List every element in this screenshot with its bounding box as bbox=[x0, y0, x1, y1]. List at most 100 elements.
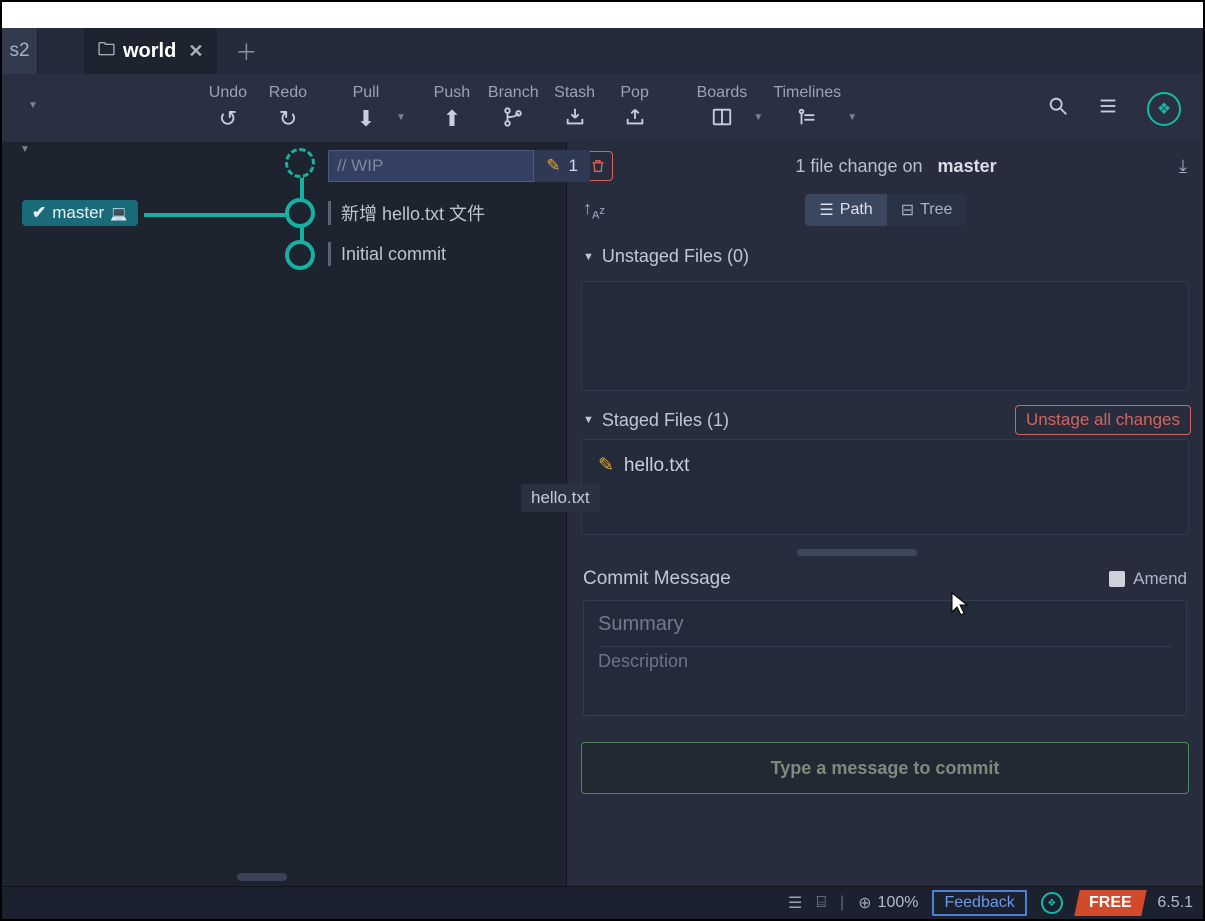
chevron-down-icon[interactable]: ▼ bbox=[847, 112, 857, 123]
window-titlebar bbox=[2, 2, 1203, 28]
timelines-icon bbox=[796, 106, 818, 134]
laptop-icon: 💻 bbox=[110, 205, 127, 222]
panel-title-prefix: 1 file change on bbox=[795, 156, 922, 176]
unstaged-title: Unstaged Files (0) bbox=[602, 246, 749, 267]
undo-icon: ↺ bbox=[219, 106, 237, 132]
commit-node[interactable] bbox=[285, 198, 315, 228]
branch-label: Branch bbox=[488, 84, 539, 102]
search-icon[interactable] bbox=[1047, 95, 1069, 123]
status-bar: ☰ ⌸ | ⊕ 100% Feedback ❖ FREE 6.5.1 bbox=[2, 886, 1203, 919]
undo-button[interactable]: Undo ↺ bbox=[198, 82, 258, 134]
branch-button[interactable]: Branch bbox=[482, 82, 545, 136]
stash-icon bbox=[564, 106, 586, 134]
tab-partial[interactable]: s2 bbox=[2, 28, 38, 74]
caret-down-icon: ▼ bbox=[583, 414, 594, 426]
split-handle[interactable] bbox=[797, 549, 917, 556]
commit-button[interactable]: Type a message to commit bbox=[581, 742, 1189, 794]
close-icon[interactable]: ✕ bbox=[188, 41, 203, 62]
timelines-button[interactable]: Timelines ▼ bbox=[767, 82, 847, 136]
amend-checkbox[interactable]: Amend bbox=[1109, 569, 1187, 589]
undo-label: Undo bbox=[209, 84, 247, 102]
menu-icon[interactable] bbox=[1097, 95, 1119, 123]
zoom-icon[interactable]: ⊕ bbox=[858, 893, 871, 913]
push-label: Push bbox=[434, 84, 470, 102]
stash-button[interactable]: Stash bbox=[545, 82, 605, 136]
view-tree-button[interactable]: ⊟ Tree bbox=[887, 194, 967, 226]
commit-message-box[interactable]: Summary Description bbox=[583, 600, 1187, 716]
graph-edge bbox=[144, 213, 289, 217]
feedback-button[interactable]: Feedback bbox=[932, 890, 1026, 916]
check-icon: ✔ bbox=[32, 203, 46, 223]
pull-icon: ⬇︎ bbox=[357, 106, 375, 132]
redo-icon: ↻ bbox=[279, 106, 297, 132]
pull-button[interactable]: Pull ⬇︎ ▼ bbox=[336, 82, 396, 134]
wip-label: // WIP bbox=[337, 156, 383, 176]
tab-bar: s2 🗀 world ✕ ＋ bbox=[2, 28, 1203, 74]
branch-tag-label: master bbox=[52, 203, 104, 223]
pop-label: Pop bbox=[620, 84, 648, 102]
commit-message: Initial commit bbox=[341, 244, 446, 265]
caret-down-icon: ▼ bbox=[583, 251, 594, 263]
stash-label: Stash bbox=[554, 84, 595, 102]
staged-file-name: hello.txt bbox=[624, 455, 689, 477]
pull-label: Pull bbox=[353, 84, 380, 102]
staging-panel: 1 file change on master ⤓ ↑Az ☰ Path ⊟ T… bbox=[567, 142, 1203, 886]
boards-button[interactable]: Boards ▼ bbox=[691, 82, 754, 136]
staged-section-header[interactable]: ▼ Staged Files (1) bbox=[567, 406, 745, 435]
description-input[interactable]: Description bbox=[598, 651, 1172, 672]
branch-tag-master[interactable]: ✔ master 💻 bbox=[22, 200, 138, 226]
commit-message-label: Commit Message bbox=[583, 568, 731, 590]
summary-input[interactable]: Summary bbox=[598, 613, 1172, 636]
gift-icon[interactable]: ⌸ bbox=[816, 894, 826, 912]
divider bbox=[598, 646, 1172, 647]
redo-button[interactable]: Redo ↻ bbox=[258, 82, 318, 134]
list-icon[interactable]: ☰ bbox=[788, 893, 802, 913]
unstaged-section-header[interactable]: ▼ Unstaged Files (0) bbox=[567, 236, 1203, 277]
collapse-panel-icon[interactable]: ⤓ bbox=[1179, 156, 1187, 177]
commit-row[interactable]: 新增 hello.txt 文件 bbox=[328, 200, 485, 226]
chevron-down-icon[interactable]: ▼ bbox=[396, 112, 406, 123]
wip-node[interactable] bbox=[285, 148, 315, 178]
tab-label: world bbox=[123, 40, 176, 63]
unstage-all-button[interactable]: Unstage all changes bbox=[1015, 405, 1191, 435]
chevron-down-icon[interactable]: ▼ bbox=[753, 112, 763, 123]
app-logo-icon[interactable]: ❖ bbox=[1147, 92, 1181, 126]
redo-label: Redo bbox=[269, 84, 307, 102]
panel-title-branch: master bbox=[938, 156, 997, 176]
graph-dropdown[interactable]: ▼ bbox=[20, 144, 30, 155]
wip-count: 1 bbox=[569, 156, 578, 176]
view-toggle: ☰ Path ⊟ Tree bbox=[805, 194, 966, 226]
app-logo-icon[interactable]: ❖ bbox=[1041, 892, 1063, 914]
file-tooltip: hello.txt bbox=[521, 484, 600, 512]
view-path-button[interactable]: ☰ Path bbox=[805, 194, 886, 226]
tree-icon: ⊟ bbox=[901, 200, 914, 220]
version-label: 6.5.1 bbox=[1157, 894, 1193, 912]
commit-row[interactable]: Initial commit bbox=[328, 242, 446, 266]
commit-message: 新增 hello.txt 文件 bbox=[341, 200, 485, 226]
tab-active[interactable]: 🗀 world ✕ bbox=[84, 28, 217, 74]
toolbar: ▼ Undo ↺ Redo ↻ Pull ⬇︎ ▼ Push ⬆︎ Branch… bbox=[2, 74, 1203, 142]
staged-files-box: ✎ hello.txt bbox=[581, 439, 1189, 535]
tier-badge[interactable]: FREE bbox=[1074, 890, 1146, 916]
unstaged-files-box bbox=[581, 281, 1189, 391]
commit-marker bbox=[328, 242, 331, 266]
view-path-label: Path bbox=[840, 201, 873, 219]
new-tab-button[interactable]: ＋ bbox=[225, 35, 267, 67]
wip-row[interactable]: // WIP ✎ 1 bbox=[328, 150, 590, 182]
commit-node[interactable] bbox=[285, 240, 315, 270]
view-tree-label: Tree bbox=[920, 201, 952, 219]
sort-icon[interactable]: ↑Az bbox=[583, 198, 605, 222]
amend-label: Amend bbox=[1133, 569, 1187, 589]
divider: | bbox=[840, 894, 844, 912]
commit-graph: ▼ ✔ master 💻 // WIP ✎ 1 新增 hello.txt 文件 bbox=[2, 142, 567, 886]
repo-dropdown[interactable]: ▼ bbox=[28, 100, 38, 111]
boards-label: Boards bbox=[697, 84, 748, 102]
modified-icon: ✎ bbox=[598, 454, 614, 477]
folder-icon: 🗀 bbox=[98, 37, 115, 66]
staged-file-row[interactable]: ✎ hello.txt bbox=[594, 448, 1176, 483]
push-button[interactable]: Push ⬆︎ bbox=[422, 82, 482, 134]
pop-button[interactable]: Pop bbox=[605, 82, 665, 136]
checkbox-icon bbox=[1109, 571, 1125, 587]
scrollbar-thumb[interactable] bbox=[237, 873, 287, 881]
zoom-value[interactable]: 100% bbox=[878, 894, 919, 912]
